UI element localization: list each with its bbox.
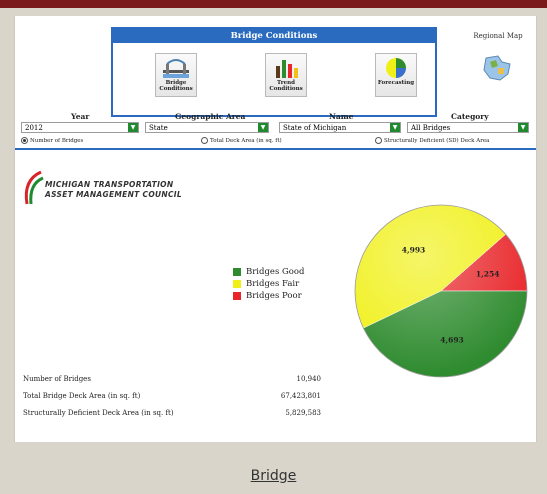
page: Bridge Conditions Bridge Conditions Tren… [0,0,547,494]
legend-item-good: Bridges Good [233,266,304,278]
stat-value-sd-deck-area: 5,829,583 [285,409,321,417]
stat-value-total-deck-area: 67,423,801 [280,392,321,400]
frame: Bridge Conditions Bridge Conditions Tren… [0,8,547,494]
pie-label-bridges-poor: 1,254 [476,269,500,278]
stat-value-number-of-bridges: 10,940 [296,375,322,383]
pie-highlight [354,204,528,378]
dashboard-panel: Bridge Conditions Bridge Conditions Tren… [14,16,537,442]
legend-swatch-good [233,268,241,276]
legend-label-poor: Bridges Poor [246,291,302,301]
pie-label-bridges-fair: 4,993 [402,245,426,254]
legend-label-good: Bridges Good [246,267,305,277]
bridge-link[interactable]: Bridge [0,468,547,484]
top-bar [0,0,547,8]
legend-item-fair: Bridges Fair [233,278,304,290]
stat-label-total-deck-area: Total Bridge Deck Area (in sq. ft) [23,392,141,400]
chart-legend: Bridges Good Bridges Fair Bridges Poor [233,266,304,302]
pie-label-bridges-good: 4,693 [440,336,464,345]
stat-label-number-of-bridges: Number of Bridges [23,375,91,383]
legend-swatch-fair [233,280,241,288]
legend-label-fair: Bridges Fair [246,279,300,289]
stat-label-sd-deck-area: Structurally Deficient Deck Area (in sq.… [23,409,174,417]
legend-item-poor: Bridges Poor [233,290,304,302]
legend-swatch-poor [233,292,241,300]
